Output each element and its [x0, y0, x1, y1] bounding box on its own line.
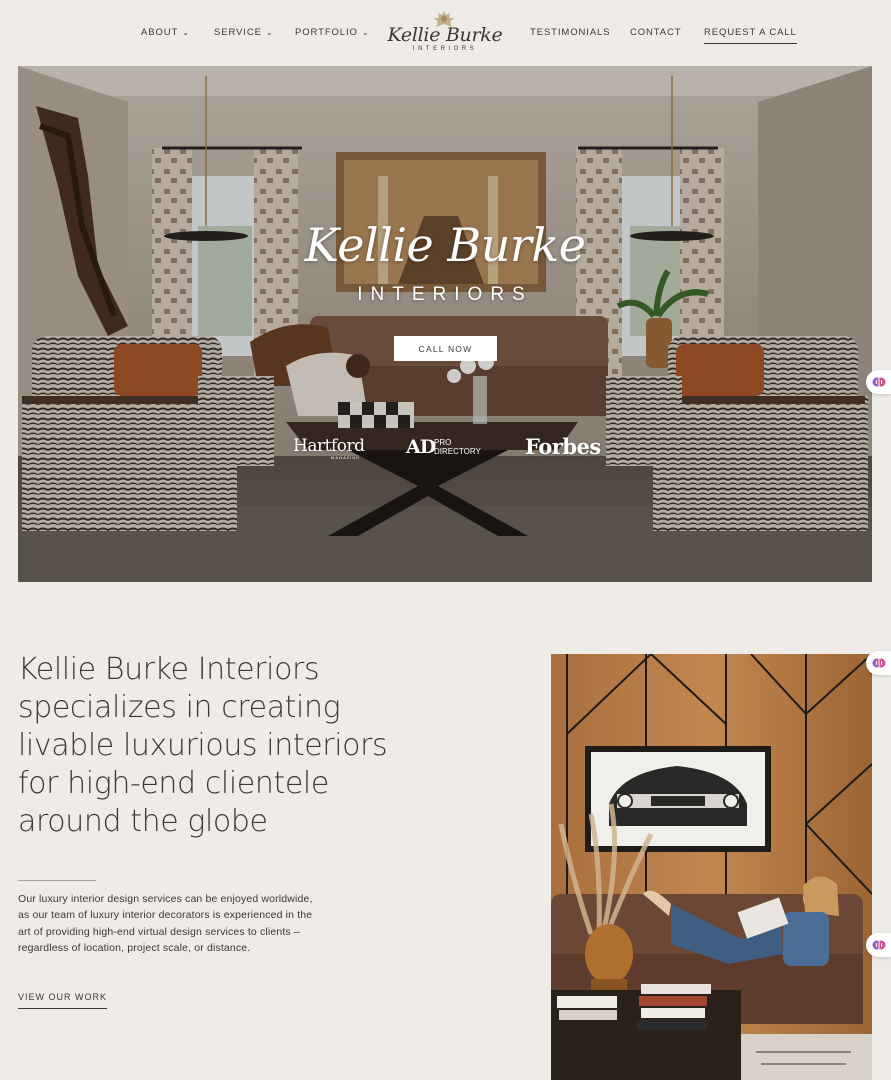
chevron-down-icon: ⌄ [265, 28, 274, 37]
intro-headline: Kellie Burke Interiors specializes in cr… [18, 651, 418, 841]
nav-request-call[interactable]: REQUEST A CALL [704, 27, 797, 44]
chevron-down-icon: ⌄ [182, 28, 190, 37]
chevron-down-icon: ⌄ [361, 28, 370, 37]
headline-line: around the globe [18, 804, 268, 839]
section-divider [18, 880, 96, 881]
floating-assistant-button[interactable] [866, 651, 891, 675]
headline-line: for high-end clientele [18, 766, 329, 801]
designer-portrait-image [551, 654, 872, 1080]
nav-about[interactable]: ABOUT ⌄ [141, 27, 190, 38]
nav-contact[interactable]: CONTACT [630, 27, 682, 38]
nav-service-label: SERVICE [214, 27, 262, 38]
view-our-work-link[interactable]: VIEW OUR WORK [18, 992, 107, 1009]
press-ad-directory: DIRECTORY [434, 447, 481, 456]
press-ad-pro: PRO [434, 438, 452, 447]
logo-script-text: Kellie Burke [387, 24, 503, 46]
site-logo[interactable]: Kellie Burke INTERIORS [384, 8, 506, 58]
headline-line: livable luxurious interiors [18, 728, 388, 763]
press-logo-forbes: Forbes [525, 434, 601, 459]
portrait-scene [551, 654, 872, 1080]
brain-icon [872, 377, 886, 387]
headline-line: Kellie Burke Interiors [18, 652, 320, 687]
floating-assistant-button[interactable] [866, 370, 891, 394]
press-logo-hartford-sub: MAGAZINE [331, 455, 360, 460]
hero-section: Kellie Burke INTERIORS CALL NOW Hartford… [18, 66, 872, 582]
nav-about-label: ABOUT [141, 27, 179, 38]
intro-body-text: Our luxury interior design services can … [18, 893, 313, 954]
floating-assistant-button[interactable] [866, 933, 891, 957]
call-now-button[interactable]: CALL NOW [394, 336, 497, 361]
hero-title: Kellie Burke [304, 218, 586, 272]
headline-line: specializes in creating [18, 690, 341, 725]
top-navigation: ABOUT ⌄ SERVICE ⌄ PORTFOLIO ⌄ Kellie Burke … [0, 0, 891, 66]
press-logo-ad: AD [406, 436, 436, 458]
hero-living-room-image [18, 66, 872, 582]
press-logo-hartford: Hartford [293, 436, 365, 456]
logo-sub-text: INTERIORS [412, 46, 478, 52]
nav-portfolio-label: PORTFOLIO [295, 27, 358, 38]
brain-icon [872, 658, 886, 668]
nav-portfolio[interactable]: PORTFOLIO ⌄ [295, 27, 369, 38]
nav-service[interactable]: SERVICE ⌄ [214, 27, 273, 38]
hero-subtitle: INTERIORS [357, 284, 533, 305]
nav-testimonials[interactable]: TESTIMONIALS [530, 27, 610, 38]
press-logo-ad-sub: PRO DIRECTORY [434, 438, 481, 456]
brain-icon [872, 940, 886, 950]
